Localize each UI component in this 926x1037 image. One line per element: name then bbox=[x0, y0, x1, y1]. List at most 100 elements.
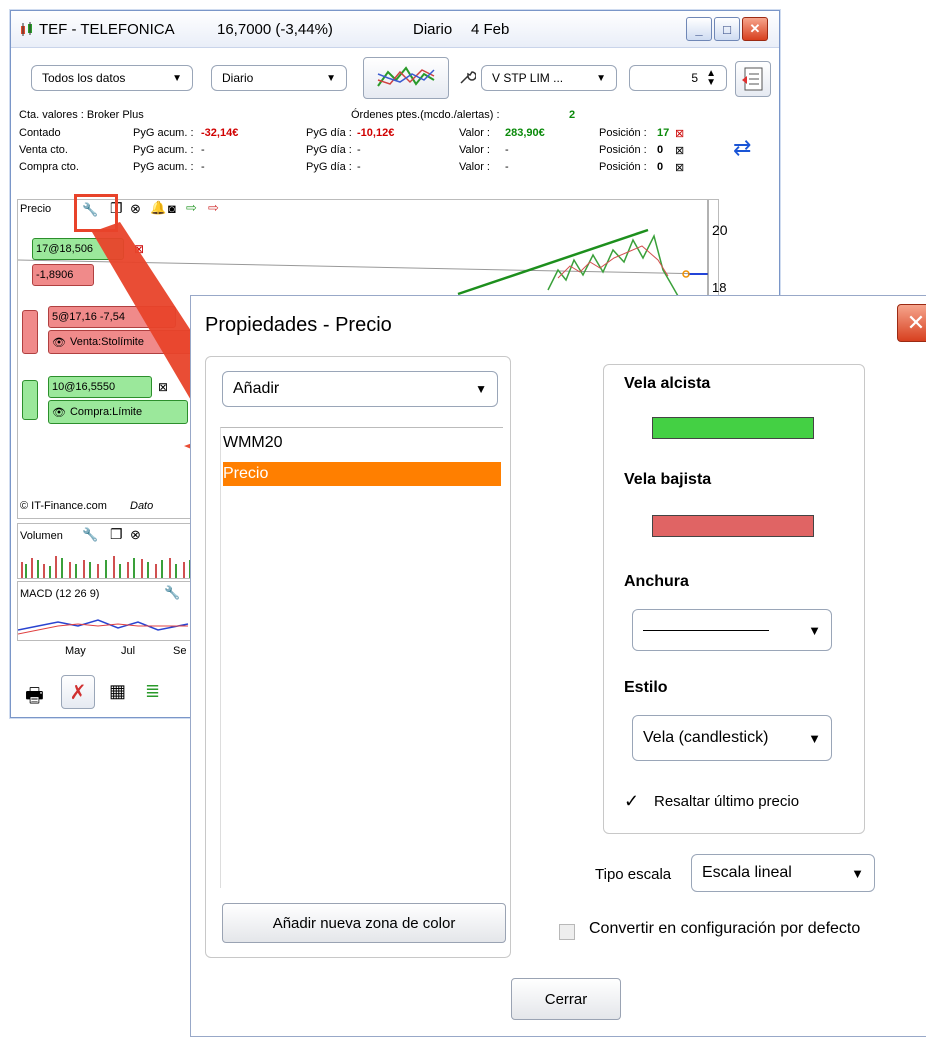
month-label: Jul bbox=[121, 645, 136, 657]
row-name: Venta cto. bbox=[19, 144, 68, 156]
close-position-icon[interactable]: ⊠ bbox=[675, 161, 684, 174]
chevron-down-icon: ▼ bbox=[808, 622, 821, 638]
crossed-icon: ✗ bbox=[69, 681, 87, 704]
scale-type-label: Tipo escala bbox=[595, 866, 672, 883]
add-select[interactable]: Añadir ▼ bbox=[222, 371, 498, 407]
pyg-acum-label: PyG acum. : bbox=[133, 127, 194, 139]
order-button[interactable] bbox=[735, 61, 771, 97]
month-label: May bbox=[65, 645, 86, 657]
close-position-icon[interactable]: ⊠ bbox=[675, 127, 684, 140]
pyg-dia-value: - bbox=[357, 161, 361, 173]
eye-icon: 👁 bbox=[52, 406, 66, 419]
wrench-icon[interactable] bbox=[458, 68, 477, 86]
sell-order-tag[interactable]: 5@17,16 - 7,54 bbox=[48, 306, 176, 328]
bear-color-swatch[interactable] bbox=[652, 515, 814, 537]
bars-icon[interactable]: ≣ bbox=[145, 681, 160, 702]
quantity-value: 5 bbox=[691, 71, 699, 85]
cancel-order-icon[interactable]: ⊠ bbox=[158, 380, 168, 394]
valor-label: Valor : bbox=[459, 161, 490, 173]
window-period: Diario bbox=[413, 21, 453, 38]
close-button[interactable]: ✕ bbox=[742, 17, 768, 41]
width-select[interactable]: ▼ bbox=[632, 609, 832, 651]
copyright-suffix: Dato bbox=[130, 500, 154, 512]
sell-order-label-text: Venta:Sto bbox=[69, 336, 118, 348]
interval-value: Diario bbox=[222, 71, 254, 85]
dialog-title: Propiedades - Precio bbox=[205, 314, 392, 336]
minimize-button[interactable]: _ bbox=[686, 17, 712, 41]
data-range-select[interactable]: Todos los datos ▼ bbox=[31, 65, 193, 91]
close-dialog-button[interactable]: Cerrar bbox=[511, 978, 621, 1020]
buy-order-label[interactable]: 👁 Compra:Límite bbox=[48, 400, 188, 424]
chart-candle-icon bbox=[19, 21, 35, 37]
title-bar: TEF - TELEFONICA 16,7000 (-3,44%) Diario… bbox=[11, 11, 779, 48]
buy-order-tag[interactable]: 10@16,5550 bbox=[48, 376, 152, 398]
sell-order-text: 5@17,16 - bbox=[52, 311, 104, 323]
maximize-button[interactable]: □ bbox=[714, 17, 740, 41]
account-label: Cta. valores : Broker Plus bbox=[19, 109, 144, 121]
style-label: Estilo bbox=[624, 679, 668, 696]
sell-order-label[interactable]: 👁 Venta:Sto límite bbox=[48, 330, 198, 354]
buy-order-handle[interactable] bbox=[22, 380, 38, 420]
checkbox-icon[interactable]: ✓ bbox=[624, 791, 639, 812]
list-item-selected[interactable]: Precio bbox=[223, 462, 501, 486]
macd-label: MACD (12 26 9) bbox=[20, 588, 100, 600]
dialog-close-button[interactable]: ✕ bbox=[897, 304, 926, 342]
indicators-button[interactable] bbox=[363, 57, 449, 99]
disable-button[interactable]: ✗ bbox=[61, 675, 95, 709]
buy-order-icon[interactable]: ⇨ bbox=[186, 200, 197, 216]
close-circle-icon[interactable]: ⊗ bbox=[130, 201, 141, 217]
list-item[interactable]: WMM20 bbox=[223, 434, 283, 452]
width-label: Anchura bbox=[624, 573, 689, 590]
bull-color-swatch[interactable] bbox=[652, 417, 814, 439]
line-width-preview bbox=[643, 629, 769, 631]
default-config-checkbox[interactable] bbox=[559, 924, 575, 940]
close-position-icon[interactable]: ⊠ bbox=[675, 144, 684, 157]
wrench-icon[interactable]: 🔧 bbox=[82, 527, 98, 543]
add-color-zone-button[interactable]: Añadir nueva zona de color bbox=[222, 903, 506, 943]
close-icon: ✕ bbox=[906, 310, 926, 335]
bell-icon[interactable]: 🔔 bbox=[150, 200, 166, 216]
sell-order-handle[interactable] bbox=[22, 310, 38, 354]
stepper-icon[interactable]: ▲ ▼ bbox=[706, 69, 716, 88]
pyg-dia-value: - bbox=[357, 144, 361, 156]
close-circle-icon[interactable]: ⊗ bbox=[130, 527, 141, 543]
grid-icon[interactable]: ▦ bbox=[109, 681, 126, 702]
scale-type-select[interactable]: Escala lineal ▼ bbox=[691, 854, 875, 892]
style-select[interactable]: Vela (candlestick) ▼ bbox=[632, 715, 832, 761]
position-tag-suffix: 06 bbox=[80, 243, 94, 255]
sell-order-label-suffix: límite bbox=[117, 336, 144, 348]
pyg-acum-value: -32,14€ bbox=[201, 127, 239, 139]
copyright-text: © IT-Finance.com bbox=[20, 500, 107, 512]
print-icon[interactable]: 🖶 bbox=[25, 681, 44, 715]
pending-orders-label: Órdenes ptes.(mcdo./alertas) : bbox=[351, 109, 500, 121]
valor-value: - bbox=[505, 144, 509, 156]
pyg-dia-value: -10,12€ bbox=[357, 127, 395, 139]
target-icon[interactable]: ◙ bbox=[168, 201, 176, 216]
items-group: Añadir ▼ WMM20 Precio Añadir nueva zona d… bbox=[205, 356, 511, 958]
wrench-icon[interactable]: 🔧 bbox=[164, 585, 180, 601]
bull-candle-label: Vela alcista bbox=[624, 375, 711, 392]
position-tag[interactable]: 17@18,5 06 bbox=[32, 238, 124, 260]
interval-select[interactable]: Diario ▼ bbox=[211, 65, 347, 91]
highlight-last-price-label: Resaltar último precio bbox=[654, 793, 800, 810]
sell-order-icon[interactable]: ⇨ bbox=[208, 200, 219, 216]
window-title: TEF - TELEFONICA bbox=[39, 21, 175, 38]
window-icon[interactable]: ❐ bbox=[110, 526, 123, 543]
axis-tick-18: 18 bbox=[712, 280, 727, 295]
account-rows: Contado PyG acum. : -32,14€ PyG día : -1… bbox=[19, 127, 719, 178]
chevron-down-icon: ▼ bbox=[475, 382, 487, 396]
pyg-acum-value: - bbox=[201, 144, 205, 156]
volume-label: Volumen bbox=[20, 530, 63, 542]
swap-arrows-icon[interactable]: ⇄ bbox=[733, 135, 751, 161]
pyg-acum-label: PyG acum. : bbox=[133, 161, 194, 173]
default-config-label: Convertir en configuración por defecto bbox=[589, 920, 861, 937]
close-position-icon[interactable]: ⊠ bbox=[134, 242, 144, 256]
order-type-select[interactable]: V STP LIM ... ▼ bbox=[481, 65, 617, 91]
quantity-stepper[interactable]: 5 ▲ ▼ bbox=[629, 65, 727, 91]
row-name: Compra cto. bbox=[19, 161, 79, 173]
account-row: Contado PyG acum. : -32,14€ PyG día : -1… bbox=[19, 127, 719, 144]
pending-orders-count: 2 bbox=[569, 109, 576, 121]
pyg-acum-value: - bbox=[201, 161, 205, 173]
position-value: 0 bbox=[657, 144, 664, 156]
pyg-dia-label: PyG día : bbox=[306, 144, 352, 156]
